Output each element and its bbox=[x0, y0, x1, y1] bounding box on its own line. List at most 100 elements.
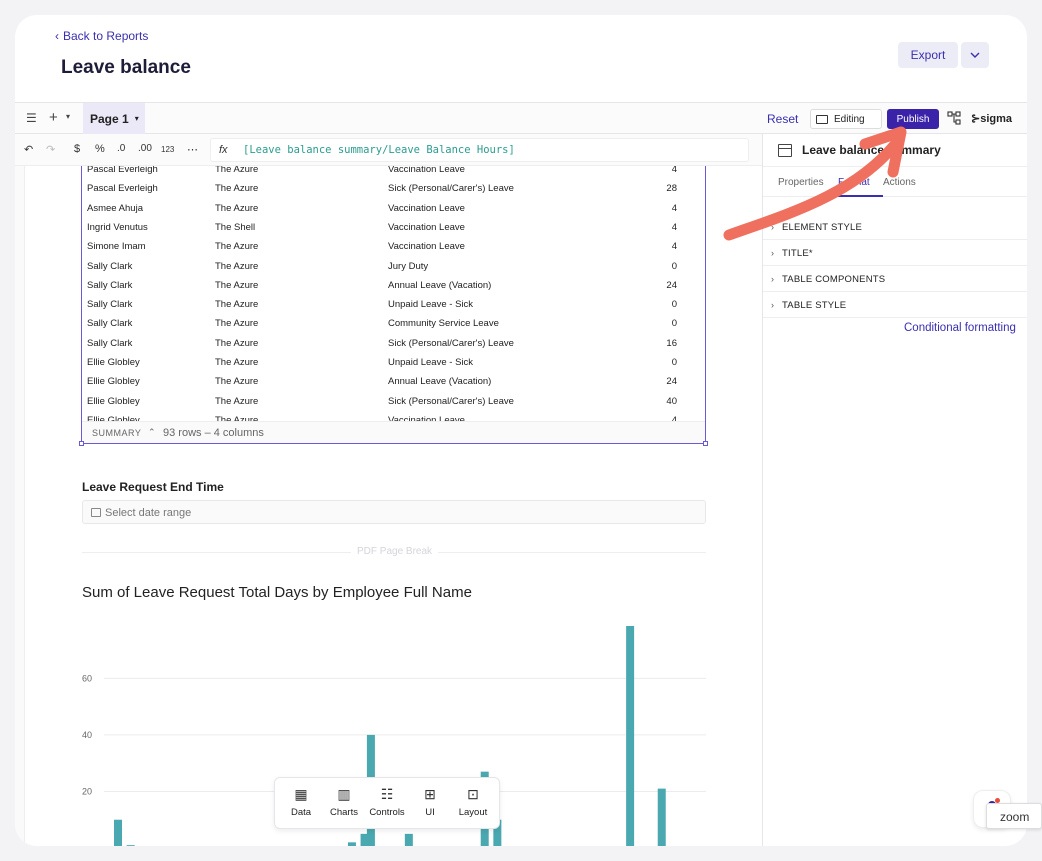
chevron-down-icon bbox=[970, 52, 980, 58]
employee-cell: Pascal Everleigh bbox=[87, 166, 158, 175]
resize-handle[interactable] bbox=[79, 441, 84, 446]
redo-icon[interactable]: ↷ bbox=[46, 143, 55, 156]
currency-format-button[interactable]: $ bbox=[74, 143, 80, 155]
location-cell: The Azure bbox=[215, 183, 259, 195]
formula-bar[interactable]: fx [Leave balance summary/Leave Balance … bbox=[210, 138, 749, 162]
undo-icon[interactable]: ↶ bbox=[24, 143, 33, 156]
summary-label: SUMMARY bbox=[92, 428, 142, 438]
fx-icon: fx bbox=[219, 144, 228, 156]
location-cell: The Azure bbox=[215, 337, 259, 349]
leave-type-cell: Community Service Leave bbox=[388, 318, 499, 330]
balance-hours-cell: 4 bbox=[671, 221, 677, 233]
dock-ui-label: UI bbox=[425, 807, 435, 818]
dock-charts-button[interactable]: ▥ Charts bbox=[322, 786, 366, 818]
sliders-icon: ☷ bbox=[380, 786, 394, 802]
employee-cell: Ellie Globley bbox=[87, 357, 140, 368]
date-range-input[interactable]: Select date range bbox=[82, 500, 706, 524]
percent-format-button[interactable]: % bbox=[95, 143, 105, 155]
calendar-icon bbox=[91, 508, 101, 517]
table-summary-bar[interactable]: SUMMARY ⌃ 93 rows – 4 columns bbox=[82, 421, 705, 443]
balance-hours-cell: 4 bbox=[671, 241, 677, 253]
add-page-icon[interactable]: + bbox=[49, 109, 58, 126]
table-row[interactable]: Sally Clark The Azure Jury Duty 0 bbox=[82, 257, 705, 276]
workbook-canvas: Pascal Everleigh The Azure Vaccination Lea… bbox=[25, 166, 762, 846]
table-row[interactable]: Ellie Globley The Azure Sick (Personal/Car… bbox=[82, 392, 705, 411]
table-row[interactable]: Sally Clark The Azure Annual Leave (Vacati… bbox=[82, 276, 705, 295]
resize-handle[interactable] bbox=[703, 441, 708, 446]
more-icon[interactable]: ⋯ bbox=[187, 143, 198, 156]
employee-cell: Sally Clark bbox=[87, 299, 133, 311]
location-cell: The Shell bbox=[215, 221, 256, 233]
employee-cell: Sally Clark bbox=[87, 260, 133, 272]
balance-hours-cell: 0 bbox=[671, 318, 677, 330]
date-range-placeholder: Select date range bbox=[105, 507, 192, 519]
leave-type-cell: Sick (Personal/Carer's) Leave bbox=[388, 183, 514, 195]
balance-hours-cell: 28 bbox=[666, 183, 677, 195]
table-row[interactable]: Pascal Everleigh The Azure Sick (Personal/… bbox=[82, 179, 705, 198]
bar[interactable] bbox=[626, 626, 635, 846]
table-row[interactable]: Asmee Ahuja The Azure Vaccination Leave 4 bbox=[82, 199, 705, 218]
dock-ui-button[interactable]: ⊞ UI bbox=[408, 786, 452, 818]
bar[interactable] bbox=[404, 833, 413, 846]
dock-layout-button[interactable]: ⊡ Layout bbox=[451, 786, 495, 818]
location-cell: The Azure bbox=[215, 241, 259, 253]
dock-data-button[interactable]: ▦ Data bbox=[279, 786, 323, 818]
chart-icon: ▥ bbox=[337, 786, 351, 802]
section-label: TABLE STYLE bbox=[782, 300, 847, 311]
table-row[interactable]: Ingrid Venutus The Shell Vaccination Leave… bbox=[82, 218, 705, 237]
table-row[interactable]: Ellie Globley The Azure Unpaid Leave - Sic… bbox=[82, 353, 705, 372]
lineage-icon[interactable] bbox=[947, 111, 961, 125]
bar[interactable] bbox=[114, 819, 122, 846]
chevron-down-icon[interactable]: ▾ bbox=[66, 112, 70, 121]
dock-data-label: Data bbox=[290, 807, 312, 818]
location-cell: The Azure bbox=[215, 376, 259, 388]
table-row[interactable]: Simone Imam The Azure Vaccination Leave 4 bbox=[82, 237, 705, 256]
employee-cell: Sally Clark bbox=[87, 279, 133, 291]
shapes-icon: ⊞ bbox=[424, 786, 436, 802]
outline-icon[interactable]: ☰ bbox=[26, 111, 37, 125]
section-table-components[interactable]: › TABLE COMPONENTS bbox=[763, 266, 1027, 292]
employee-cell: Sally Clark bbox=[87, 318, 133, 330]
sigma-mark-icon: ⊱ bbox=[971, 113, 981, 125]
chevron-down-icon: ▾ bbox=[134, 114, 139, 123]
dock-charts-label: Charts bbox=[330, 807, 358, 818]
employee-cell: Ingrid Venutus bbox=[87, 221, 148, 233]
export-button[interactable]: Export bbox=[898, 42, 958, 68]
decrease-decimal-button[interactable]: .0 bbox=[117, 143, 125, 154]
table-row[interactable]: Sally Clark The Azure Unpaid Leave - Sick 0 bbox=[82, 295, 705, 314]
sigma-wordmark: sigma bbox=[980, 113, 1013, 125]
table-row[interactable]: Sally Clark The Azure Sick (Personal/Carer… bbox=[82, 334, 705, 353]
dock-controls-button[interactable]: ☷ Controls bbox=[365, 786, 409, 818]
employee-cell: Simone Imam bbox=[87, 241, 146, 253]
balance-hours-cell: 4 bbox=[671, 166, 677, 175]
zoom-chip[interactable]: zoom bbox=[986, 803, 1042, 829]
format-toolbar: ↶ ↷ $ % .0 .00 123 ⋯ fx [Leave balance s… bbox=[15, 134, 762, 166]
leave-type-cell: Vaccination Leave bbox=[388, 221, 465, 233]
leave-balance-table[interactable]: Pascal Everleigh The Azure Vaccination Lea… bbox=[81, 166, 706, 444]
leave-type-cell: Vaccination Leave bbox=[388, 241, 465, 253]
tab-page-1[interactable]: Page 1 ▾ bbox=[83, 103, 145, 134]
number-format-dropdown[interactable]: 123 bbox=[161, 145, 174, 154]
table-row[interactable]: Sally Clark The Azure Community Service Le… bbox=[82, 314, 705, 333]
bar[interactable] bbox=[347, 842, 356, 846]
employee-cell: Pascal Everleigh bbox=[87, 183, 158, 195]
location-cell: The Azure bbox=[215, 166, 259, 175]
section-table-style[interactable]: › TABLE STYLE bbox=[763, 292, 1027, 318]
page-break-label: PDF Page Break bbox=[351, 546, 439, 557]
formula-input[interactable]: [Leave balance summary/Leave Balance Hou… bbox=[243, 144, 515, 156]
section-label: TABLE COMPONENTS bbox=[782, 274, 886, 285]
leave-type-cell: Unpaid Leave - Sick bbox=[388, 299, 474, 311]
bar[interactable] bbox=[657, 788, 666, 846]
back-to-reports-link[interactable]: ‹ Back to Reports bbox=[55, 29, 148, 43]
chevron-up-icon[interactable]: ⌃ bbox=[148, 427, 156, 438]
table-row[interactable]: Pascal Everleigh The Azure Vaccination Lea… bbox=[82, 166, 705, 179]
increase-decimal-button[interactable]: .00 bbox=[138, 143, 152, 154]
balance-hours-cell: 24 bbox=[666, 376, 677, 388]
leave-type-cell: Vaccination Leave bbox=[388, 166, 465, 175]
balance-hours-cell: 0 bbox=[671, 260, 677, 272]
table-row[interactable]: Ellie Globley The Azure Annual Leave (Vaca… bbox=[82, 372, 705, 391]
bar[interactable] bbox=[126, 845, 135, 846]
conditional-formatting-link[interactable]: Conditional formatting bbox=[904, 322, 1016, 334]
y-tick-label: 60 bbox=[82, 673, 92, 683]
export-dropdown-button[interactable] bbox=[961, 42, 989, 68]
